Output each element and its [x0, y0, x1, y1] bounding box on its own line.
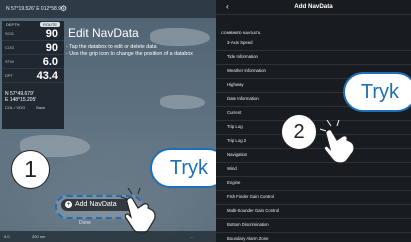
panel-header: ‹ Add NavData	[216, 0, 411, 15]
list-item-label: Trip Log 2	[227, 138, 247, 143]
databox-label: SOG	[5, 31, 14, 36]
list-item-label: Date Information	[227, 96, 259, 101]
hand-pointer-icon	[120, 188, 156, 234]
position-readout: N 57°19.526' E 012°58.9	[6, 6, 61, 12]
databox[interactable]: DEPTH ROUTE SOG 90 COG 90 STW 6.0 DPT 43…	[2, 21, 64, 129]
databox-misc-right: Back	[36, 105, 46, 110]
list-item-label: Navigation	[227, 152, 248, 157]
databox-header-left: DEPTH	[6, 22, 20, 27]
page-title: Edit NavData	[68, 26, 139, 40]
list-item[interactable]: Navigation	[216, 148, 411, 163]
list-item[interactable]: Multi-Sounder Gain Control	[216, 204, 411, 219]
databox-label: DPT	[5, 73, 13, 78]
gear-icon[interactable]: ⚙	[60, 4, 67, 13]
land-area	[160, 95, 205, 109]
status-bar: N 57°19.526' E 012°58.9 ⚙	[0, 0, 216, 18]
databox-row[interactable]: COG 90	[2, 42, 64, 55]
bottom-bar: 0.0 200 nm ...	[0, 231, 216, 242]
bottom-left-readout: 0.0	[4, 234, 10, 239]
panel-title: Add NavData	[294, 3, 333, 10]
list-item[interactable]: Bottom Discrimination	[216, 218, 411, 233]
list-item[interactable]: Tide Information	[216, 50, 411, 65]
databox-position: N 57°49.679' E 148°15.205'	[5, 91, 36, 103]
instruction-line: - Tap the databox to edit or delete data	[66, 44, 157, 50]
plus-icon: +	[65, 200, 72, 208]
list-item-label: 3-Axis Speed	[227, 40, 253, 45]
databox-misc: COL / VDO Back	[5, 105, 45, 110]
databox-misc-left: COL / VDO	[5, 105, 26, 110]
longitude: E 148°15.205'	[5, 97, 37, 103]
list-item-label: Engine	[227, 180, 241, 185]
section-header: COMBINED NAVDATA	[221, 31, 261, 35]
list-item-label: Bottom Discrimination	[227, 222, 269, 227]
list-item-label: Highway	[227, 82, 244, 87]
screen: N 57°19.526' E 012°58.9 ⚙ DEPTH ROUTE SO…	[0, 0, 411, 242]
list-item-label: Boundary Alarm Zone	[227, 236, 269, 241]
databox-row[interactable]: STW 6.0	[2, 56, 64, 69]
instruction-line: - Use the grip icon to change the positi…	[66, 51, 193, 57]
bottom-right-readout: ...	[190, 234, 194, 239]
list-item-label: Trip Log	[227, 124, 243, 129]
databox-value: 90	[45, 28, 58, 40]
list-item-label: Wind	[227, 166, 237, 171]
bottom-scale: 200 nm	[32, 234, 46, 239]
databox-header: DEPTH ROUTE	[2, 21, 64, 28]
step-number: 2	[281, 114, 317, 150]
list-item[interactable]: Boundary Alarm Zone	[216, 232, 411, 242]
hand-pointer-icon	[319, 120, 355, 164]
databox-value: 90	[45, 42, 58, 54]
tap-callout: Tryk	[343, 72, 411, 112]
databox-row[interactable]: SOG 90	[2, 28, 64, 41]
databox-label: STW	[5, 59, 14, 64]
instructions: - Tap the databox to edit or delete data…	[66, 44, 193, 58]
list-item[interactable]: Engine	[216, 176, 411, 191]
list-item-label: Tide Information	[227, 54, 258, 59]
list-item[interactable]: Wind	[216, 162, 411, 177]
list-item[interactable]: 3-Axis Speed	[216, 36, 411, 51]
databox-row[interactable]: DPT 43.4	[2, 70, 64, 83]
step-number: 1	[11, 150, 50, 189]
list-item-label: Weather Information	[227, 68, 266, 73]
list-item-label: Multi-Sounder Gain Control	[227, 208, 280, 213]
list-item-label: Current	[227, 110, 242, 115]
done-button[interactable]: Done	[79, 220, 91, 226]
list-item[interactable]: Fish Finder Gain Control	[216, 190, 411, 205]
databox-value: 6.0	[42, 56, 58, 68]
list-item-label: Fish Finder Gain Control	[227, 194, 274, 199]
databox-label: COG	[5, 45, 15, 50]
add-navdata-label: Add NavData	[75, 201, 117, 208]
databox-value: 43.4	[36, 70, 58, 82]
databox-header-right[interactable]: ROUTE	[40, 22, 60, 27]
